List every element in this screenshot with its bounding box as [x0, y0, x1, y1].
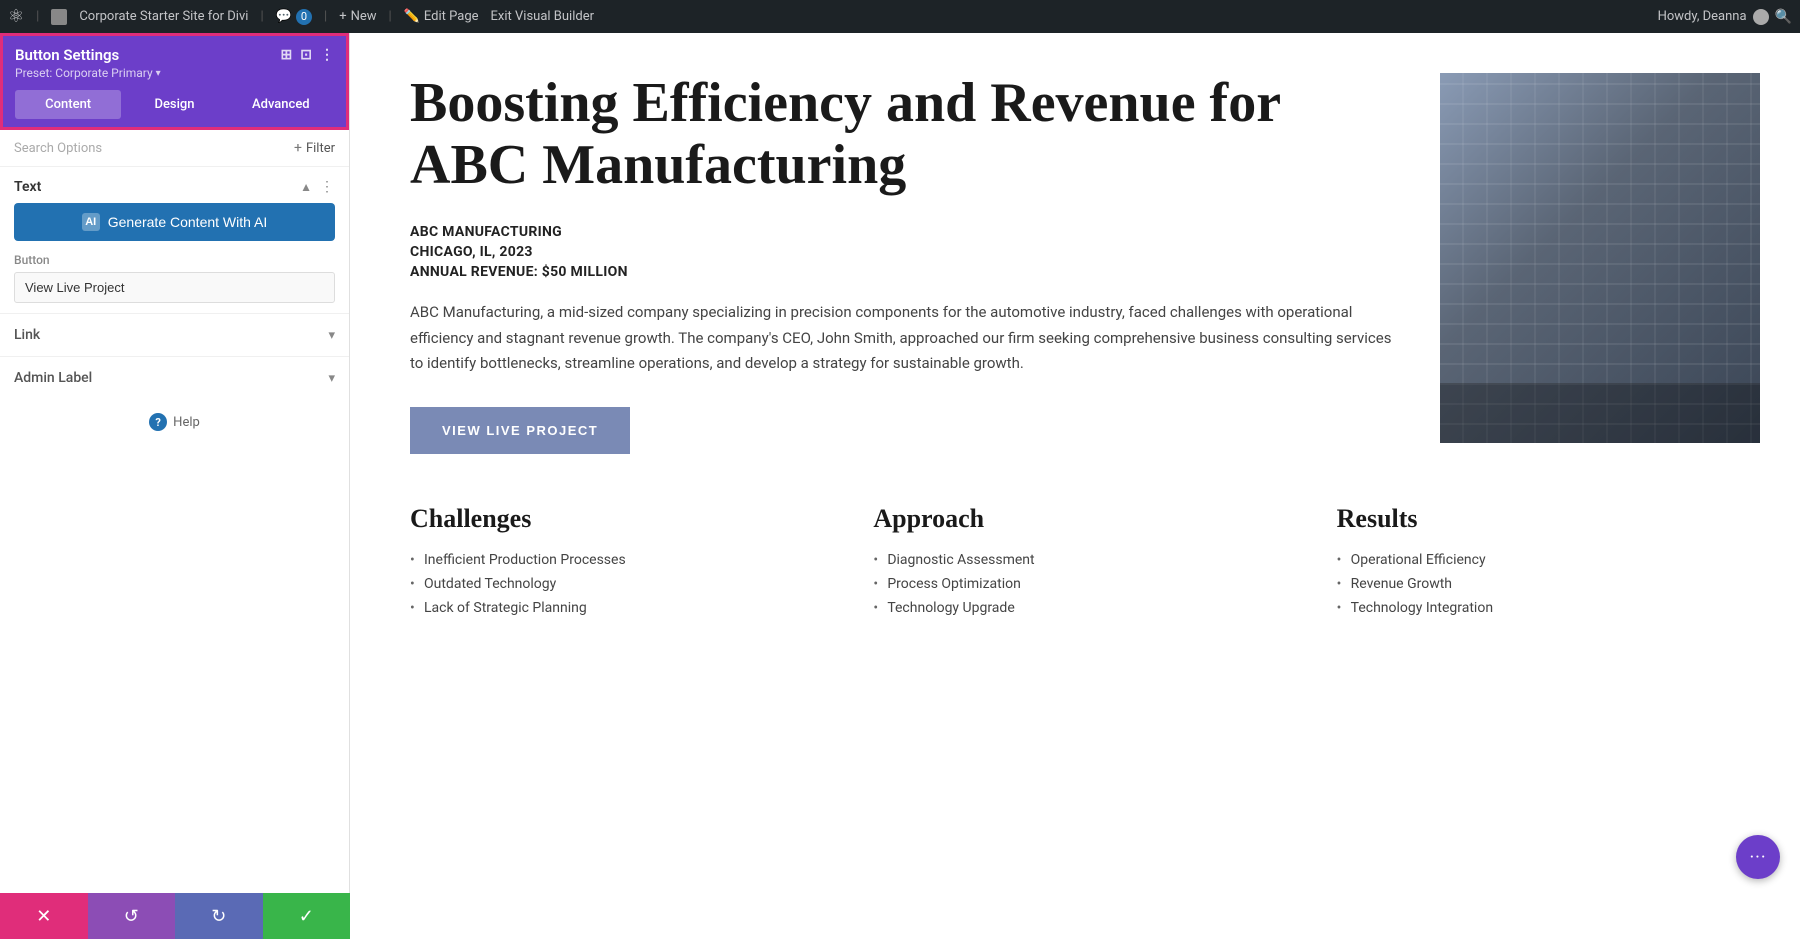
hero-section: Boosting Efficiency and Revenue for ABC … — [410, 73, 1760, 454]
list-item: Operational Efficiency — [1337, 552, 1760, 568]
challenges-list: Inefficient Production Processes Outdate… — [410, 552, 833, 616]
admin-bar: ⚛ | Corporate Starter Site for Divi | 💬 … — [0, 0, 1800, 33]
preset-label[interactable]: Preset: Corporate Primary ▾ — [15, 66, 334, 80]
admin-label-text: Admin Label — [14, 370, 92, 386]
howdy-text: Howdy, Deanna — [1658, 9, 1747, 24]
ai-icon: AI — [82, 213, 100, 231]
redo-button[interactable]: ↻ — [175, 893, 263, 939]
list-item: Diagnostic Assessment — [873, 552, 1296, 568]
list-item: Technology Upgrade — [873, 600, 1296, 616]
tab-advanced[interactable]: Advanced — [228, 90, 334, 119]
hero-image — [1440, 73, 1760, 443]
generate-content-ai-button[interactable]: AI Generate Content With AI — [14, 203, 335, 241]
challenges-title: Challenges — [410, 504, 833, 534]
sidebar-panel: Button Settings ⊞ ⊡ ⋮ Preset: Corporate … — [0, 33, 350, 939]
challenges-column: Challenges Inefficient Production Proces… — [410, 504, 833, 624]
cancel-icon: ✕ — [36, 906, 51, 927]
view-live-project-button[interactable]: VIEW LIVE PROJECT — [410, 407, 630, 454]
button-settings-header: Button Settings ⊞ ⊡ ⋮ Preset: Corporate … — [0, 33, 349, 130]
save-button[interactable]: ✓ — [263, 893, 351, 939]
help-icon: ? — [149, 413, 167, 431]
results-title: Results — [1337, 504, 1760, 534]
annual-revenue: ANNUAL REVENUE: $50 MILLION — [410, 264, 1400, 280]
three-columns: Challenges Inefficient Production Proces… — [410, 504, 1760, 624]
admin-label-header[interactable]: Admin Label ▾ — [0, 357, 349, 399]
edit-page-link[interactable]: ✏️ Edit Page — [404, 9, 479, 24]
text-section-more-icon[interactable]: ⋮ — [320, 179, 335, 195]
settings-tabs: Content Design Advanced — [15, 90, 334, 119]
approach-list: Diagnostic Assessment Process Optimizati… — [873, 552, 1296, 616]
wp-logo-icon: ⚛ — [8, 6, 24, 27]
user-avatar — [1753, 9, 1769, 25]
hero-title: Boosting Efficiency and Revenue for ABC … — [410, 73, 1400, 196]
new-link[interactable]: + New — [339, 9, 376, 24]
screenshot-icon[interactable]: ⊞ — [281, 47, 293, 63]
location-year: CHICAGO, IL, 2023 — [410, 244, 1400, 260]
text-section-title: Text — [14, 179, 41, 195]
hero-body-text: ABC Manufacturing, a mid-sized company s… — [410, 300, 1400, 377]
text-section-chevron-icon[interactable]: ▲ — [300, 180, 312, 194]
search-options-bar: Search Options + Filter — [0, 130, 349, 167]
comments-link[interactable]: 💬 0 — [276, 9, 312, 25]
link-section: Link ▾ — [0, 313, 349, 356]
text-section-header: Text ▲ ⋮ — [0, 167, 349, 203]
header-icons: ⊞ ⊡ ⋮ — [281, 47, 334, 63]
admin-label-section: Admin Label ▾ — [0, 356, 349, 399]
tab-design[interactable]: Design — [121, 90, 227, 119]
results-list: Operational Efficiency Revenue Growth Te… — [1337, 552, 1760, 616]
admin-label-chevron-icon: ▾ — [328, 371, 335, 386]
main-content: Boosting Efficiency and Revenue for ABC … — [350, 33, 1800, 939]
panel-title: Button Settings — [15, 46, 119, 64]
cancel-button[interactable]: ✕ — [0, 893, 88, 939]
exit-visual-builder-link[interactable]: Exit Visual Builder — [491, 9, 594, 24]
undo-button[interactable]: ↺ — [88, 893, 176, 939]
search-icon[interactable]: 🔍 — [1775, 9, 1792, 25]
meta-block: ABC MANUFACTURING CHICAGO, IL, 2023 ANNU… — [410, 224, 1400, 280]
redo-icon: ↻ — [211, 906, 226, 927]
link-chevron-icon: ▾ — [328, 328, 335, 343]
approach-title: Approach — [873, 504, 1296, 534]
page-wrapper: Button Settings ⊞ ⊡ ⋮ Preset: Corporate … — [0, 33, 1800, 939]
search-options-placeholder[interactable]: Search Options — [14, 141, 102, 156]
button-field-label: Button — [14, 253, 335, 267]
site-favicon-icon — [51, 9, 67, 25]
results-column: Results Operational Efficiency Revenue G… — [1337, 504, 1760, 624]
approach-column: Approach Diagnostic Assessment Process O… — [873, 504, 1296, 624]
list-item: Outdated Technology — [410, 576, 833, 592]
filter-plus-icon: + — [294, 140, 302, 156]
button-text-input[interactable] — [14, 272, 335, 303]
plus-icon: + — [339, 9, 346, 24]
filter-button[interactable]: + Filter — [294, 140, 335, 156]
floating-dots-button[interactable]: ··· — [1736, 835, 1780, 879]
list-item: Revenue Growth — [1337, 576, 1760, 592]
list-item: Lack of Strategic Planning — [410, 600, 833, 616]
pencil-icon: ✏️ — [404, 9, 420, 24]
preset-chevron-icon: ▾ — [156, 68, 161, 79]
comment-icon: 💬 — [276, 9, 292, 24]
layout-icon[interactable]: ⊡ — [300, 47, 312, 63]
howdy-section: Howdy, Deanna 🔍 — [1658, 9, 1792, 25]
site-name[interactable]: Corporate Starter Site for Divi — [79, 9, 248, 24]
help-row[interactable]: ? Help — [0, 399, 349, 445]
comments-count: 0 — [296, 9, 312, 25]
button-field-group: Button — [0, 253, 349, 313]
bottom-toolbar: ✕ ↺ ↻ ✓ — [0, 893, 350, 939]
company-name: ABC MANUFACTURING — [410, 224, 1400, 240]
link-section-label: Link — [14, 327, 40, 343]
hero-text: Boosting Efficiency and Revenue for ABC … — [410, 73, 1400, 454]
save-icon: ✓ — [299, 906, 314, 927]
help-label: Help — [173, 415, 200, 430]
link-section-header[interactable]: Link ▾ — [0, 314, 349, 356]
list-item: Inefficient Production Processes — [410, 552, 833, 568]
list-item: Process Optimization — [873, 576, 1296, 592]
undo-icon: ↺ — [124, 906, 139, 927]
more-options-icon[interactable]: ⋮ — [320, 47, 334, 63]
list-item: Technology Integration — [1337, 600, 1760, 616]
tab-content[interactable]: Content — [15, 90, 121, 119]
